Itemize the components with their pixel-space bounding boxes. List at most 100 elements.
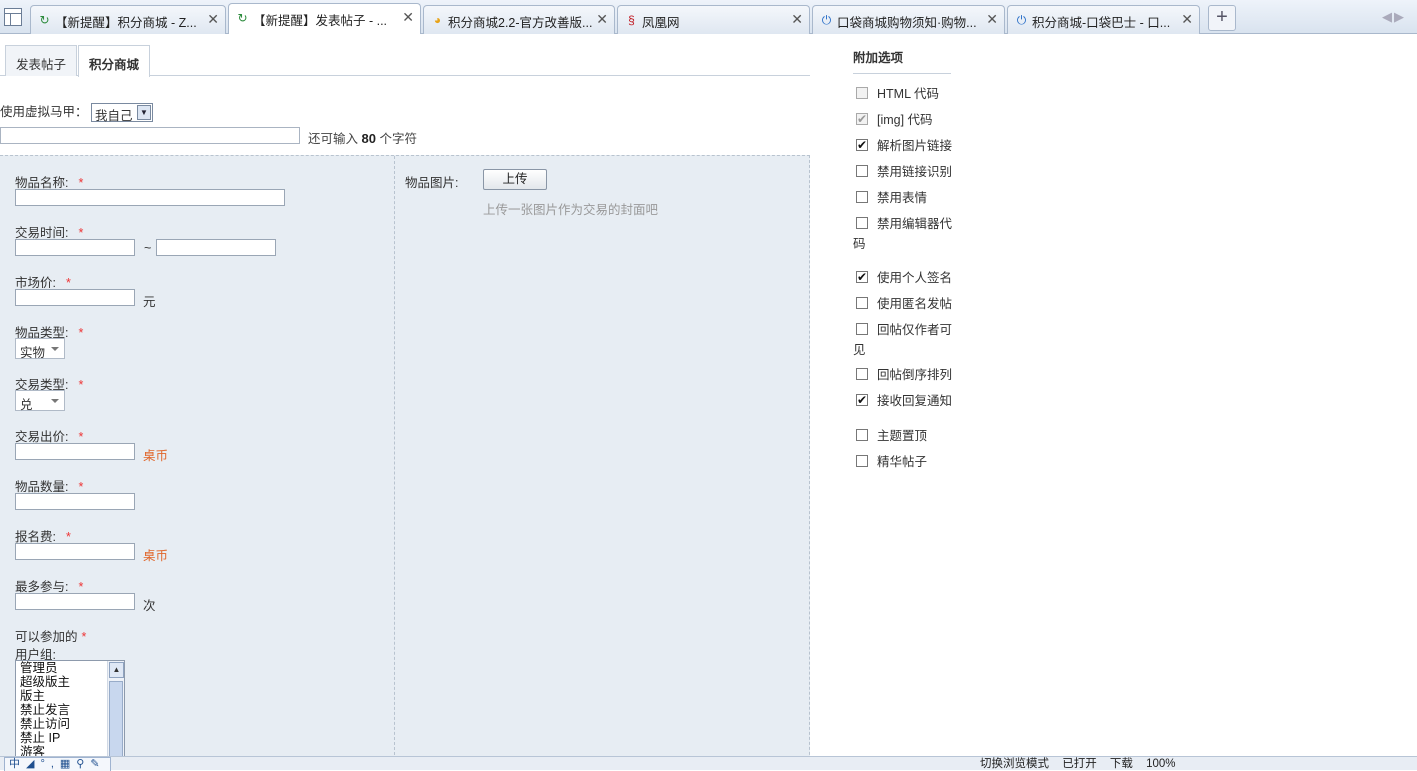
- close-icon[interactable]: ✕: [1181, 12, 1193, 26]
- browser-tab[interactable]: ◕ 积分商城2.2-官方改善版... ✕: [423, 5, 615, 34]
- option-label: 精华帖子: [877, 455, 928, 469]
- phoenix-icon: §: [628, 13, 635, 27]
- form-tabs: 发表帖子 积分商城: [0, 45, 810, 77]
- zoom-level[interactable]: 100%: [1146, 758, 1175, 770]
- option-checkbox: [856, 109, 868, 129]
- page-refresh-icon: ↻: [39, 13, 50, 27]
- option-row: 解析图片链接: [853, 135, 953, 156]
- remain-prefix: 还可输入: [308, 132, 359, 146]
- vest-select-value: 我自己: [95, 109, 133, 124]
- ime-mode-icon[interactable]: 中: [9, 758, 26, 770]
- power-icon: ⏻: [1016, 13, 1027, 27]
- browse-mode-toggle[interactable]: 切换浏览模式: [980, 758, 1049, 770]
- close-icon[interactable]: ✕: [986, 12, 998, 26]
- trade-price-currency: 桌币: [143, 449, 169, 463]
- subject-input[interactable]: [0, 127, 300, 144]
- option-row: [img] 代码: [853, 109, 953, 130]
- item-type-select[interactable]: 实物: [15, 338, 65, 360]
- option-row: 回帖仅作者可见: [853, 320, 953, 360]
- tab-title: 【新提醒】发表帖子 - ...: [253, 14, 388, 28]
- ime-icons[interactable]: ◢°,▦⚲✎: [26, 758, 106, 770]
- user-groups-listbox[interactable]: 管理员 超级版主 版主 禁止发言 禁止访问 禁止 IP 游客 ▲: [15, 660, 125, 756]
- trade-type-value: 兑: [20, 398, 33, 412]
- download-button[interactable]: 下载: [1110, 758, 1133, 770]
- option-checkbox[interactable]: [856, 165, 868, 177]
- chevron-down-icon: ▼: [137, 105, 151, 121]
- speech-bubble-icon: ◕: [433, 13, 442, 27]
- scrollbar-thumb[interactable]: [109, 681, 123, 756]
- option-label: 回帖倒序排列: [877, 368, 953, 382]
- status-right: 切换浏览模式 已打开 下载 100%: [980, 757, 1186, 771]
- browser-tab[interactable]: § 凤凰网 ✕: [617, 5, 810, 34]
- vest-row: 使用虚拟马甲： 我自己 ▼: [0, 101, 153, 124]
- option-label: 主题置顶: [877, 429, 928, 443]
- vest-select[interactable]: 我自己 ▼: [91, 103, 153, 124]
- tab-title: 积分商城2.2-官方改善版...: [448, 16, 592, 30]
- option-checkbox[interactable]: [856, 455, 868, 467]
- option-row: HTML 代码: [853, 84, 953, 104]
- trade-form: 物品名称: * 交易时间: * ~ 市场价: * 元 物品类型: * 实物 交易类型: *…: [0, 155, 810, 756]
- opened-indicator[interactable]: 已打开: [1062, 758, 1097, 770]
- trade-type-select[interactable]: 兑: [15, 390, 65, 412]
- page-refresh-icon: ↻: [237, 11, 248, 25]
- close-icon[interactable]: ✕: [207, 12, 219, 26]
- close-icon[interactable]: ✕: [791, 12, 803, 26]
- option-checkbox: [856, 87, 868, 99]
- sidebar-toggle-icon[interactable]: [4, 8, 22, 26]
- option-checkbox[interactable]: [856, 429, 868, 441]
- option-checkbox[interactable]: [856, 267, 868, 287]
- market-price-input[interactable]: [15, 289, 135, 306]
- ime-toolbar[interactable]: 中◢°,▦⚲✎: [4, 757, 111, 771]
- vest-label: 使用虚拟马甲：: [0, 105, 88, 119]
- option-checkbox[interactable]: [856, 191, 868, 203]
- trade-time-start-input[interactable]: [15, 239, 135, 256]
- option-checkbox[interactable]: [856, 135, 868, 155]
- browser-tab[interactable]: ↻ 【新提醒】发表帖子 - ... ✕: [228, 3, 421, 34]
- option-label: [img] 代码: [877, 113, 933, 127]
- browser-tab[interactable]: ↻ 【新提醒】积分商城 - Z... ✕: [30, 5, 226, 34]
- listbox-scrollbar[interactable]: ▲: [107, 661, 124, 756]
- max-join-input[interactable]: [15, 593, 135, 610]
- option-row: 禁用表情: [853, 188, 953, 208]
- page-content: 发表帖子 积分商城 使用虚拟马甲： 我自己 ▼ 还可输入 80 个字符 物品名称…: [0, 35, 1417, 756]
- tab-scroll-arrows-icon[interactable]: ◀▶: [1382, 9, 1406, 25]
- tab-title: 凤凰网: [642, 16, 680, 30]
- signup-fee-input[interactable]: [15, 543, 135, 560]
- signup-fee-currency: 桌币: [143, 549, 169, 563]
- scroll-up-icon[interactable]: ▲: [109, 662, 124, 678]
- option-row: 使用匿名发帖: [853, 294, 953, 314]
- option-checkbox[interactable]: [856, 368, 868, 380]
- caret-down-icon: [51, 399, 59, 403]
- option-checkbox[interactable]: [856, 390, 868, 410]
- upload-button[interactable]: 上传: [483, 169, 547, 190]
- option-row: 主题置顶: [853, 426, 953, 446]
- tab-title: 口袋商城购物须知·购物...: [837, 16, 977, 30]
- option-checkbox[interactable]: [856, 297, 868, 309]
- upload-hint: 上传一张图片作为交易的封面吧: [483, 203, 659, 217]
- option-checkbox[interactable]: [856, 323, 868, 335]
- remain-suffix: 个字符: [379, 132, 417, 146]
- trade-time-end-input[interactable]: [156, 239, 276, 256]
- browser-tab[interactable]: ⏻ 积分商城-口袋巴士 - 口... ✕: [1007, 5, 1200, 34]
- close-icon[interactable]: ✕: [402, 10, 414, 24]
- tab-points-mall[interactable]: 积分商城: [78, 45, 151, 77]
- option-label: 禁用链接识别: [877, 165, 953, 179]
- option-label: 禁用表情: [877, 191, 928, 205]
- options-title: 附加选项: [853, 51, 904, 65]
- tab-post-thread[interactable]: 发表帖子: [5, 45, 78, 76]
- item-type-value: 实物: [20, 346, 46, 360]
- option-checkbox[interactable]: [856, 217, 868, 229]
- trade-price-input[interactable]: [15, 443, 135, 460]
- item-name-input[interactable]: [15, 189, 285, 206]
- option-row: 精华帖子: [853, 452, 953, 472]
- option-label: 接收回复通知: [877, 394, 953, 408]
- browser-tab[interactable]: ⏻ 口袋商城购物须知·购物... ✕: [812, 5, 1005, 34]
- caret-down-icon: [51, 347, 59, 351]
- option-label: 解析图片链接: [877, 139, 953, 153]
- option-row: 使用个人签名: [853, 267, 953, 288]
- user-groups-label: 可以参加的 *: [15, 630, 87, 644]
- option-label: HTML 代码: [877, 87, 940, 101]
- item-count-input[interactable]: [15, 493, 135, 510]
- close-icon[interactable]: ✕: [596, 12, 608, 26]
- new-tab-button[interactable]: +: [1208, 5, 1236, 31]
